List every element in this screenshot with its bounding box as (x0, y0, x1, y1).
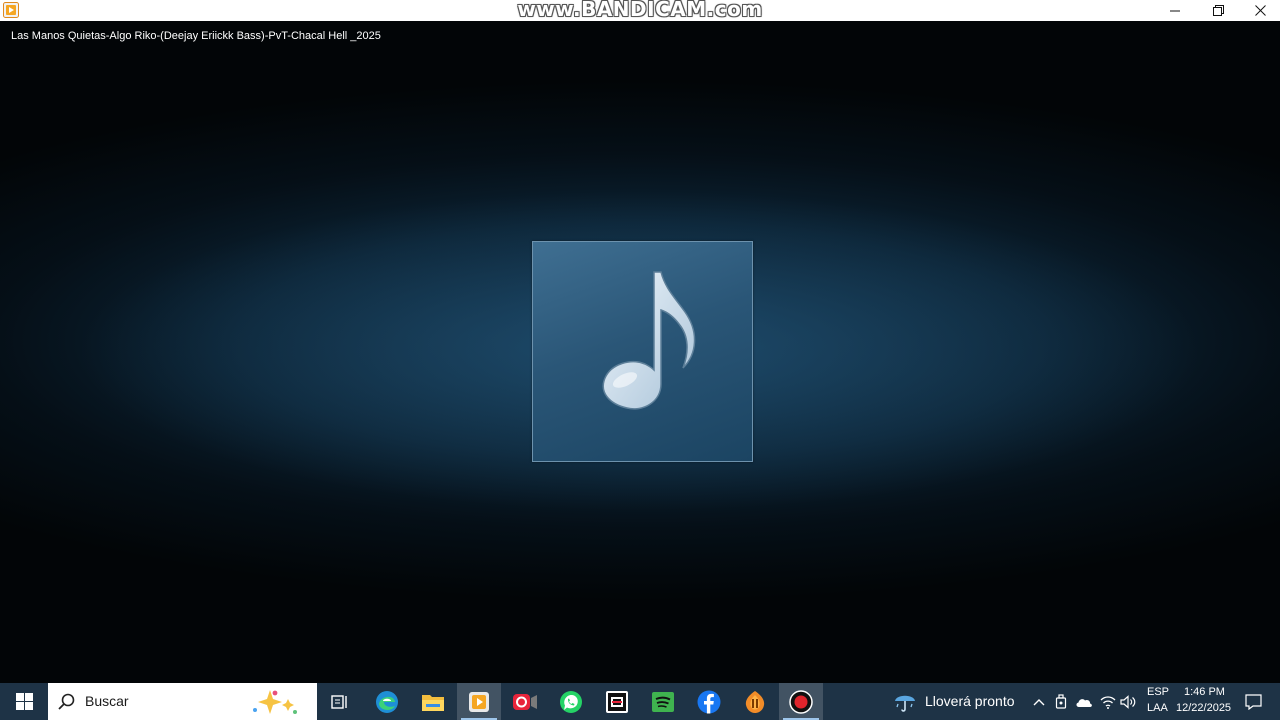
minimize-button[interactable] (1153, 0, 1197, 21)
media-player-icon (469, 691, 489, 712)
taskbar: Buscar Lloverá pronto ESP LAA 1:46 PM 12… (0, 683, 1280, 720)
taskbar-spotify[interactable] (641, 683, 685, 720)
title-bar: www.BANDICAM.com (0, 0, 1280, 21)
camera-app-icon (513, 693, 537, 710)
keyboard-layout: LAA (1147, 702, 1168, 714)
speaker-icon (1119, 694, 1135, 709)
taskbar-whatsapp[interactable] (549, 683, 593, 720)
chevron-up-icon (1033, 698, 1045, 705)
usb-device-icon (1055, 693, 1067, 709)
album-art-placeholder (532, 241, 753, 462)
taskbar-edge[interactable] (365, 683, 409, 720)
restore-icon (1212, 5, 1224, 16)
whatsapp-icon (560, 690, 582, 713)
close-button[interactable] (1238, 0, 1280, 21)
taskbar-media-player[interactable] (457, 683, 501, 720)
bandicam-record-icon (789, 689, 813, 714)
fl-studio-icon (745, 690, 765, 713)
notification-icon (1244, 693, 1262, 710)
edge-icon (376, 690, 398, 713)
task-view-button[interactable] (318, 683, 362, 720)
network-button[interactable] (1098, 683, 1118, 720)
music-note-icon (602, 271, 696, 410)
umbrella-rain-icon (895, 695, 915, 712)
task-view-icon (331, 694, 347, 709)
notifications-button[interactable] (1240, 683, 1266, 720)
taskbar-file-explorer[interactable] (411, 683, 455, 720)
clock-date: 12/22/2025 (1176, 702, 1232, 714)
wifi-icon (1100, 695, 1116, 709)
restore-button[interactable] (1196, 0, 1240, 21)
search-box[interactable]: Buscar (48, 683, 317, 720)
volume-button[interactable] (1118, 683, 1138, 720)
file-explorer-icon (422, 694, 444, 711)
bandicam-watermark: www.BANDICAM.com (517, 0, 763, 21)
copilot-sparkle-icon (253, 690, 297, 714)
taskbar-facebook[interactable] (687, 683, 731, 720)
close-icon (1254, 5, 1266, 16)
weather-text[interactable]: Lloverá pronto (925, 693, 1015, 709)
minimize-icon (1170, 10, 1180, 11)
start-button[interactable] (0, 683, 48, 720)
player-stage[interactable]: Las Manos Quietas-Algo Riko-(Deejay Erii… (0, 21, 1280, 683)
show-hidden-icons-button[interactable] (1030, 683, 1048, 720)
taskbar-fl-studio[interactable] (733, 683, 777, 720)
taskbar-camera-app[interactable] (503, 683, 547, 720)
facebook-icon (697, 690, 721, 713)
language-code: ESP (1147, 686, 1170, 698)
taskbar-bandicam[interactable] (779, 683, 823, 720)
start-icon (15, 693, 33, 710)
capcut-icon (606, 690, 628, 713)
search-icon (58, 693, 75, 710)
track-title: Las Manos Quietas-Algo Riko-(Deejay Erii… (11, 30, 381, 42)
search-placeholder: Buscar (85, 693, 129, 709)
onedrive-button[interactable] (1073, 683, 1095, 720)
spotify-icon (652, 691, 674, 712)
tray-app-button[interactable] (1052, 683, 1070, 720)
taskbar-capcut[interactable] (595, 683, 639, 720)
weather-widget[interactable] (892, 683, 918, 720)
clock-time: 1:46 PM (1184, 686, 1225, 698)
cloud-icon (1076, 698, 1092, 707)
